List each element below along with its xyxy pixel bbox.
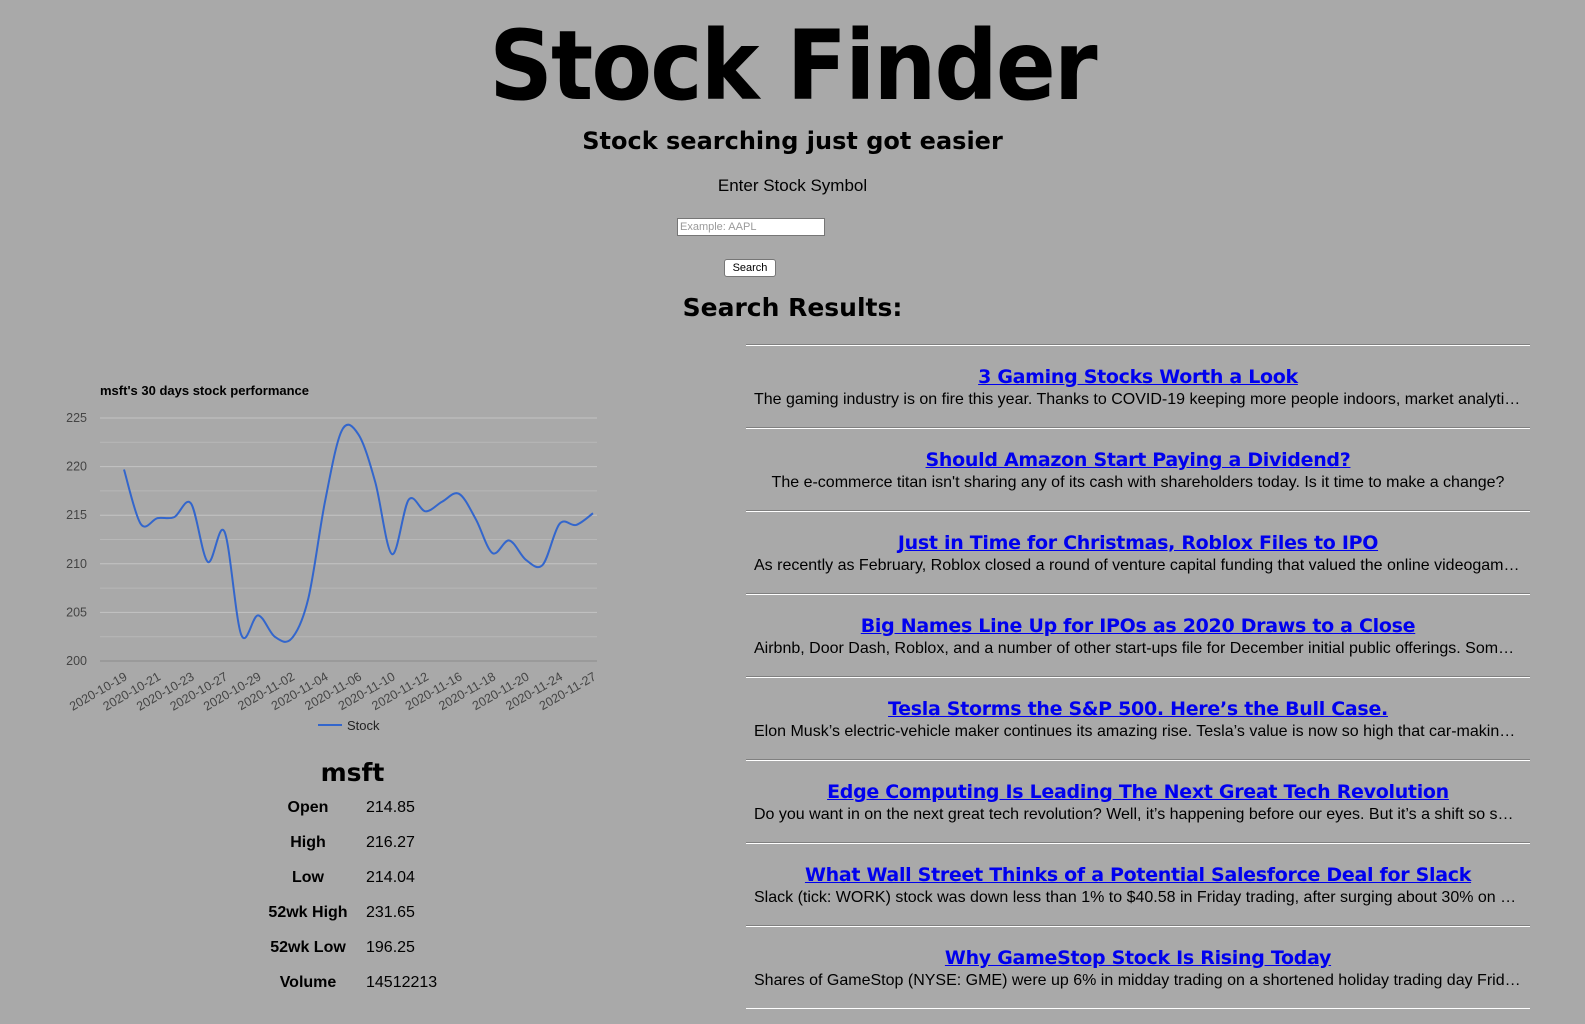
stat-row: High 216.27: [260, 825, 445, 860]
news-item: Edge Computing Is Leading The Next Great…: [746, 760, 1530, 843]
news-description: Do you want in on the next great tech re…: [754, 806, 1522, 823]
app-subtitle: Stock searching just got easier: [582, 127, 1003, 155]
y-tick-label: 215: [66, 508, 87, 522]
results-heading: Search Results:: [682, 293, 903, 322]
chart-legend: Stock: [318, 718, 380, 733]
news-title-link[interactable]: Should Amazon Start Paying a Dividend?: [926, 449, 1351, 471]
news-title-link[interactable]: Just in Time for Christmas, Roblox Files…: [898, 532, 1378, 554]
stat-label: High: [290, 833, 326, 851]
stock-stats-table: Open 214.85 High 216.27 Low 214.04 52wk High 23…: [260, 790, 445, 1000]
news-description: Elon Musk’s electric-vehicle maker conti…: [754, 723, 1522, 740]
y-tick-label: 200: [66, 654, 87, 668]
stat-row: 52wk High 231.65: [260, 895, 445, 930]
stat-value: 214.85: [366, 798, 415, 816]
stat-label: 52wk High: [268, 903, 348, 921]
news-item: Why GameStop Stock Is Rising Today Shares…: [746, 926, 1530, 1009]
news-description: As recently as February, Roblox closed a…: [754, 557, 1522, 574]
stat-value: 231.65: [366, 903, 415, 921]
news-item: Should Amazon Start Paying a Dividend? Th…: [746, 428, 1530, 511]
news-title-link[interactable]: Edge Computing Is Leading The Next Great…: [827, 781, 1449, 803]
news-title-link[interactable]: What Wall Street Thinks of a Potential S…: [805, 864, 1471, 886]
app-title: Stock Finder: [489, 10, 1097, 122]
stat-label: 52wk Low: [270, 938, 346, 956]
stat-value: 216.27: [366, 833, 415, 851]
news-item: What Wall Street Thinks of a Potential S…: [746, 843, 1530, 926]
stat-row: Low 214.04: [260, 860, 445, 895]
news-title-link[interactable]: 3 Gaming Stocks Worth a Look: [978, 366, 1298, 388]
series-line-stock: [123, 423, 594, 643]
legend-label: Stock: [347, 718, 380, 733]
stock-symbol: msft: [320, 758, 385, 787]
stat-value: 14512213: [366, 973, 438, 991]
stat-label: Open: [287, 798, 329, 816]
chart-title: msft's 30 days stock performance: [100, 383, 309, 398]
stat-value: 214.04: [366, 868, 415, 886]
y-tick-label: 210: [66, 557, 87, 571]
news-description: Slack (tick: WORK) stock was down less t…: [754, 889, 1522, 906]
y-tick-label: 225: [66, 411, 87, 425]
news-item: Tesla Storms the S&P 500. Here’s the Bul…: [746, 677, 1530, 760]
search-label: Enter Stock Symbol: [717, 176, 868, 195]
news-item: Big Names Line Up for IPOs as 2020 Draws…: [746, 594, 1530, 677]
news-description: The e-commerce titan isn't sharing any o…: [771, 474, 1505, 491]
news-title-link[interactable]: Tesla Storms the S&P 500. Here’s the Bul…: [888, 698, 1388, 720]
stat-label: Low: [292, 868, 324, 886]
news-title-link[interactable]: Big Names Line Up for IPOs as 2020 Draws…: [861, 615, 1416, 637]
search-button[interactable]: Search: [724, 259, 776, 277]
chart-svg: msft's 30 days stock performance 200 205 2…: [66, 383, 598, 733]
news-description: Airbnb, Door Dash, Roblox, and a number …: [754, 640, 1522, 657]
news-item: Just in Time for Christmas, Roblox Files…: [746, 511, 1530, 594]
search-input[interactable]: [677, 218, 825, 236]
news-description: Shares of GameStop (NYSE: GME) were up 6…: [754, 972, 1522, 989]
y-tick-label: 205: [66, 605, 87, 619]
stat-value: 196.25: [366, 938, 415, 956]
y-tick-label: 220: [66, 460, 87, 474]
news-title-link[interactable]: Why GameStop Stock Is Rising Today: [945, 947, 1331, 969]
stat-label: Volume: [279, 973, 337, 991]
stat-row: Volume 14512213: [260, 965, 445, 1000]
stat-row: 52wk Low 196.25: [260, 930, 445, 965]
news-list: 3 Gaming Stocks Worth a Look The gaming i…: [746, 345, 1530, 1009]
news-description: The gaming industry is on fire this year…: [754, 391, 1522, 408]
news-item: 3 Gaming Stocks Worth a Look The gaming i…: [746, 345, 1530, 428]
stat-row: Open 214.85: [260, 790, 445, 825]
stock-chart: msft's 30 days stock performance 200 205 2…: [50, 375, 620, 755]
